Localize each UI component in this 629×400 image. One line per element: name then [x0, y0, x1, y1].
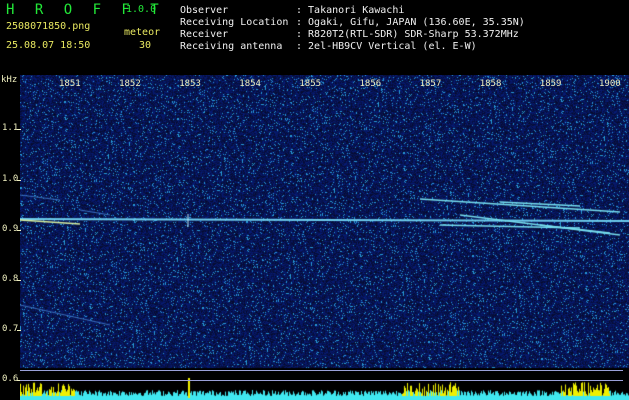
x-tick-label: 1857 — [419, 79, 442, 89]
location-value: : Ogaki, Gifu, JAPAN (136.60E, 35.35N) — [296, 17, 525, 28]
spectrogram-canvas — [20, 75, 629, 400]
observer-value: : Takanori Kawachi — [296, 5, 405, 16]
x-tick-label: 1858 — [479, 79, 502, 89]
baseline-upper — [20, 370, 623, 371]
receiver-label: Receiver — [180, 29, 229, 40]
y-tick-mark — [17, 280, 21, 281]
antenna-value: : 2el-HB9CV Vertical (el. E-W) — [296, 41, 477, 52]
file-datetime: 25.08.07 18:50 — [6, 40, 91, 51]
x-tick-label: 1852 — [119, 79, 141, 89]
file-name: 2508071850.png — [6, 21, 91, 32]
observer-label: Observer — [180, 5, 229, 16]
y-tick-label: 0.6 — [2, 374, 19, 384]
x-tick-label: 1853 — [179, 79, 201, 89]
x-tick-label: 1856 — [359, 79, 382, 89]
x-tick-label: 1855 — [299, 79, 322, 89]
meteor-count: 30 — [139, 40, 152, 51]
y-tick-label: 1.1 — [2, 123, 19, 133]
y-axis-unit: kHz — [1, 75, 18, 85]
antenna-label: Receiving antenna — [180, 41, 283, 52]
x-tick-label: 1854 — [239, 79, 261, 89]
meteor-label: meteor — [124, 27, 161, 38]
receiver-value: : R820T2(RTL-SDR) SDR-Sharp 53.372MHz — [296, 29, 519, 40]
x-tick-label: 1851 — [59, 79, 81, 89]
x-tick-label: 1900 — [599, 79, 621, 89]
y-tick-mark — [17, 129, 21, 130]
y-tick-mark — [17, 230, 21, 231]
y-tick-mark — [17, 330, 21, 331]
y-tick-mark — [17, 180, 21, 181]
y-tick-label: 0.8 — [2, 274, 19, 284]
location-label: Receiving Location — [180, 17, 289, 28]
y-tick-label: 1.0 — [2, 174, 19, 184]
baseline-lower — [20, 380, 623, 381]
app-version: 1.0.0 — [126, 4, 157, 15]
spectrogram[interactable] — [20, 75, 629, 400]
x-tick-label: 1859 — [539, 79, 562, 89]
y-tick-label: 0.9 — [2, 224, 19, 234]
y-tick-label: 0.7 — [2, 324, 19, 334]
